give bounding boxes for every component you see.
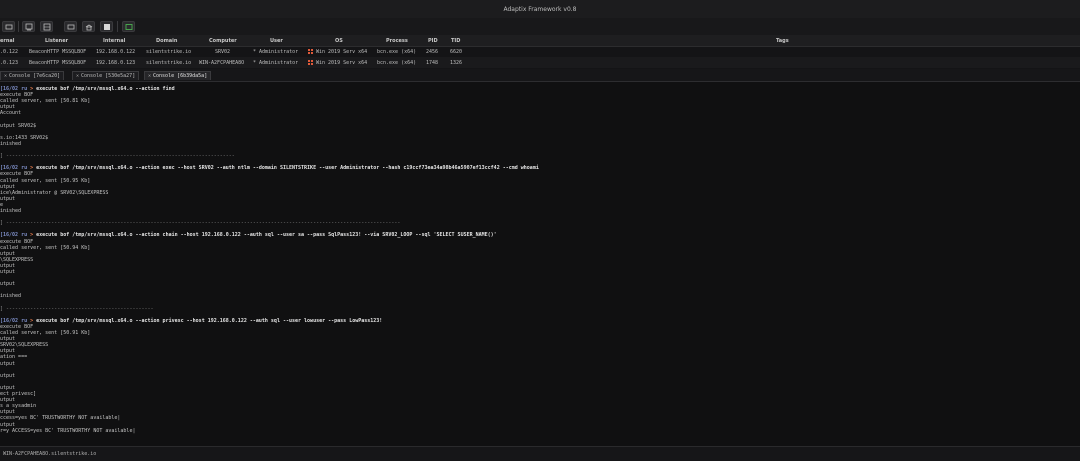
cell-pid: 2456 xyxy=(426,49,439,55)
cell-computer: SRV02 xyxy=(215,49,231,55)
cell-listener: BeaconHTTP MSSQLBOF xyxy=(29,49,87,55)
console-command-text: execute bof /tmp/srv/mssql.x64.o --actio… xyxy=(36,165,539,172)
console-output[interactable]: [16/02 ru > execute bof /tmp/srv/mssql.x… xyxy=(0,82,1080,446)
col-header-tags[interactable]: Tags xyxy=(776,38,789,44)
console-line: inished xyxy=(0,293,22,300)
console-prefix: [16/02 ru xyxy=(0,86,28,92)
cell-listener: BeaconHTTP MSSQLBOF xyxy=(29,60,87,66)
tab-console-2[interactable]: ✕ Console [530e5a27] xyxy=(72,71,140,80)
console-line: utput xyxy=(0,360,16,367)
cell-os: Win 2019 Serv x64 xyxy=(316,49,368,55)
console-command-text: execute bof /tmp/srv/mssql.x64.o --actio… xyxy=(36,232,497,239)
windows-icon xyxy=(308,49,313,54)
col-header-computer[interactable]: Computer xyxy=(209,38,237,44)
console-command-text: execute bof /tmp/srv/mssql.x64.o --actio… xyxy=(36,317,383,324)
tab-label: Console [530e5a27] xyxy=(81,73,136,79)
col-header-domain[interactable]: Domain xyxy=(156,38,177,44)
col-header-os[interactable]: OS xyxy=(335,38,343,44)
col-header-internal[interactable]: Internal xyxy=(103,38,125,44)
cell-domain: silentstrike.io xyxy=(146,49,192,55)
console-line: inished xyxy=(0,140,22,147)
tasks-icon[interactable] xyxy=(100,21,113,32)
session-row[interactable]: .0.122 BeaconHTTP MSSQLBOF 192.168.0.122… xyxy=(0,46,1080,57)
console-line: inished xyxy=(0,208,22,214)
targets-icon[interactable] xyxy=(82,21,95,32)
console-command-line: [16/02 ru > execute bof /tmp/srv/mssql.x… xyxy=(0,232,497,239)
session-row[interactable]: .0.123 BeaconHTTP MSSQLBOF 192.168.0.123… xyxy=(0,57,1080,68)
cell-external: .0.123 xyxy=(0,60,19,66)
col-header-pid[interactable]: PID xyxy=(428,38,438,44)
main-toolbar xyxy=(0,18,1080,36)
listeners-icon[interactable] xyxy=(22,21,35,32)
tab-console-3[interactable]: ✕ Console [6b39da5a] xyxy=(144,71,212,80)
console-separator-line: ] --------------------------------------… xyxy=(0,153,235,160)
toolbar-separator xyxy=(117,21,118,32)
col-header-listener[interactable]: Listener xyxy=(45,38,68,44)
console-input-bar[interactable]: WIN-A2FCPAHEA8O.silentstrike.io xyxy=(0,446,1080,461)
col-header-external[interactable]: ernal xyxy=(0,38,15,44)
col-header-process[interactable]: Process xyxy=(386,38,408,44)
cell-user: * Administrator xyxy=(253,49,299,55)
console-separator-line: ] --------------------------------------… xyxy=(0,220,401,227)
console-prefix: [16/02 ru xyxy=(0,232,28,239)
close-icon[interactable]: ✕ xyxy=(148,73,151,79)
cell-os: Win 2019 Serv x64 xyxy=(316,60,368,66)
console-command-line: [16/02 ru > execute bof /tmp/srv/mssql.x… xyxy=(0,165,539,172)
downloads-icon[interactable] xyxy=(122,21,135,32)
prompt-arrow-icon: > xyxy=(27,232,37,239)
cell-pid: 1748 xyxy=(426,60,439,66)
tab-label: Console [6b39da5a] xyxy=(153,73,208,79)
cell-internal: 192.168.0.123 xyxy=(96,60,136,66)
console-prefix: [16/02 ru xyxy=(0,165,28,172)
console-command-line: [16/02 ru > execute bof /tmp/srv/mssql.x… xyxy=(0,318,382,325)
cell-internal: 192.168.0.122 xyxy=(96,49,136,55)
cell-process: bcn.exe (x64) xyxy=(377,49,417,55)
window-title: Adaptix Framework v0.8 xyxy=(503,6,577,13)
sessions-table: ernal Listener Internal Domain Computer … xyxy=(0,35,1080,70)
prompt-arrow-icon: > xyxy=(27,165,37,172)
col-header-tid[interactable]: TID xyxy=(451,38,460,44)
console-line: r=y ACCESS=yes BC' TRUSTWORTHY NOT avail… xyxy=(0,427,136,434)
col-header-user[interactable]: User xyxy=(270,38,283,44)
close-icon[interactable]: ✕ xyxy=(4,73,7,79)
console-prompt: WIN-A2FCPAHEA8O.silentstrike.io xyxy=(3,451,97,457)
console-tab-bar: ✕ Console [7e6ca20] ✕ Console [530e5a27] ✕… xyxy=(0,69,1080,82)
console-line: Account xyxy=(0,110,22,117)
console-command-text: execute bof /tmp/srv/mssql.x64.o --actio… xyxy=(36,86,175,92)
console-separator-line: ] --------------------------------------… xyxy=(0,305,154,312)
cell-process: bcn.exe (x64) xyxy=(377,60,417,66)
graph-icon[interactable] xyxy=(64,21,77,32)
toolbar-separator xyxy=(18,21,19,32)
console-line: utput xyxy=(0,372,16,379)
tab-console-1[interactable]: ✕ Console [7e6ca20] xyxy=(0,71,65,80)
title-bar: Adaptix Framework v0.8 xyxy=(0,0,1080,19)
console-line: utput xyxy=(0,281,16,288)
prompt-arrow-icon: > xyxy=(27,86,37,92)
sessions-table-icon[interactable] xyxy=(40,21,53,32)
disconnect-icon[interactable] xyxy=(2,21,15,32)
tab-label: Console [7e6ca20] xyxy=(9,73,61,79)
cell-tid: 1326 xyxy=(450,60,463,66)
cell-computer: WIN-A2FCPAHEA8O xyxy=(199,60,245,66)
close-icon[interactable]: ✕ xyxy=(76,73,79,79)
console-prefix: [16/02 ru xyxy=(0,317,28,324)
cell-domain: silentstrike.io xyxy=(146,60,192,66)
console-line: ccess=yes BC' TRUSTWORTHY NOT available| xyxy=(0,415,121,422)
cell-external: .0.122 xyxy=(0,49,19,55)
console-line: ice\Administrator @ SRV02\SQLEXPRESS xyxy=(0,189,109,196)
windows-icon xyxy=(308,60,313,65)
cell-tid: 6620 xyxy=(450,49,463,55)
cell-user: * Administrator xyxy=(253,60,299,66)
console-line: utput xyxy=(0,269,16,275)
console-line: utput SRV02$ xyxy=(0,122,37,129)
prompt-arrow-icon: > xyxy=(27,317,37,324)
